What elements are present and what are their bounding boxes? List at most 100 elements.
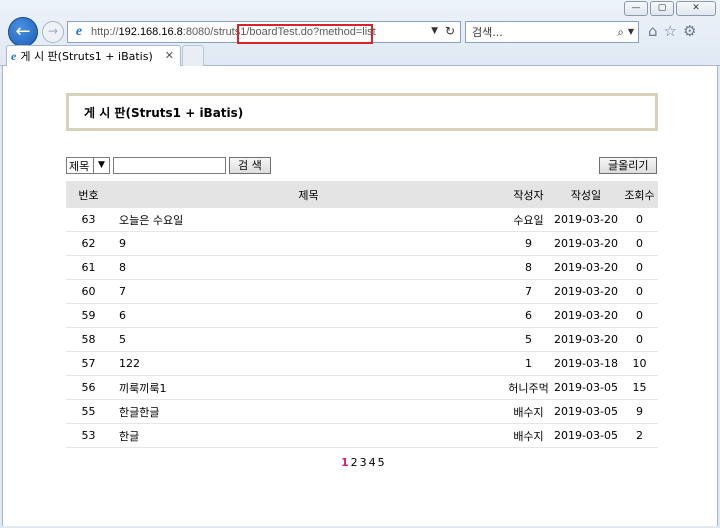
header-title: 제목 xyxy=(298,188,319,202)
header-views: 조회수 xyxy=(624,188,655,202)
header-writer: 작성자 xyxy=(513,188,544,202)
cell-title-link[interactable]: 오늘은 수요일 xyxy=(111,212,506,228)
cell-title-link[interactable]: 122 xyxy=(111,357,506,370)
page-link[interactable]: 4 xyxy=(369,456,376,469)
cell-date: 2019-03-20 xyxy=(554,309,618,322)
window-controls: — ▢ ✕ xyxy=(624,1,716,16)
ie-tab-icon: e xyxy=(11,48,17,63)
cell-date: 2019-03-05 xyxy=(554,381,618,394)
write-post-button[interactable]: 글올리기 xyxy=(599,157,658,174)
chevron-down-icon[interactable]: ▼ xyxy=(93,158,109,173)
cell-no: 56 xyxy=(81,381,96,394)
cell-date: 2019-03-20 xyxy=(554,213,618,226)
cell-title-link[interactable]: 6 xyxy=(111,309,506,322)
page-link[interactable]: 5 xyxy=(378,456,385,469)
search-field-select[interactable]: 제목 ▼ xyxy=(66,157,110,174)
board-table: 번호 제목 작성자 작성일 조회수 63 오늘은 수요일 수요일 2019-03-20… xyxy=(66,181,658,448)
cell-no: 57 xyxy=(81,357,96,370)
cell-writer: 5 xyxy=(525,333,532,346)
cell-no: 61 xyxy=(81,261,96,274)
refresh-icon[interactable]: ↻ xyxy=(445,24,455,38)
new-tab-button[interactable] xyxy=(182,45,204,66)
cell-title-link[interactable]: 끼룩끼룩1 xyxy=(111,380,506,396)
browser-search-box[interactable]: 검색... ⌕ ▼ xyxy=(465,21,639,43)
cell-views: 9 xyxy=(636,405,643,418)
maximize-button[interactable]: ▢ xyxy=(650,1,674,16)
close-window-button[interactable]: ✕ xyxy=(676,1,716,16)
search-dropdown-icon[interactable]: ▼ xyxy=(628,27,634,36)
cell-writer: 허니주먹 xyxy=(508,381,549,395)
page-link[interactable]: 1 xyxy=(341,456,349,469)
cell-writer: 8 xyxy=(525,261,532,274)
cell-views: 10 xyxy=(632,357,647,370)
cell-writer: 수요일 xyxy=(513,213,544,227)
table-row: 53 한글 배수지 2019-03-05 2 xyxy=(66,424,658,448)
cell-views: 0 xyxy=(636,213,643,226)
cell-writer: 9 xyxy=(525,237,532,250)
table-row: 55 한글한글 배수지 2019-03-05 9 xyxy=(66,400,658,424)
browser-toolbar-icons: ⌂ ☆ ⚙ xyxy=(648,22,696,40)
table-row: 59 6 6 2019-03-20 0 xyxy=(66,304,658,328)
cell-date: 2019-03-05 xyxy=(554,405,618,418)
search-input[interactable] xyxy=(113,157,226,174)
cell-no: 59 xyxy=(81,309,96,322)
browser-chrome: — ▢ ✕ ← → e http://192.168.16.8:8080/str… xyxy=(0,0,720,66)
table-row: 61 8 8 2019-03-20 0 xyxy=(66,256,658,280)
page-title: 게 시 판(Struts1 + iBatis) xyxy=(84,105,244,120)
cell-views: 0 xyxy=(636,285,643,298)
cell-writer: 6 xyxy=(525,309,532,322)
address-dropdown-icon[interactable]: ▼ xyxy=(431,26,438,36)
browser-tab-active[interactable]: e 게 시 판(Struts1 + iBatis) ✕ xyxy=(6,45,181,66)
cell-writer: 7 xyxy=(525,285,532,298)
page-link[interactable]: 2 xyxy=(351,456,358,469)
cell-date: 2019-03-05 xyxy=(554,429,618,442)
cell-date: 2019-03-20 xyxy=(554,261,618,274)
table-row: 57 122 1 2019-03-18 10 xyxy=(66,352,658,376)
table-body: 63 오늘은 수요일 수요일 2019-03-20 0 62 9 9 2019-03-20 0 61… xyxy=(66,208,658,448)
home-icon[interactable]: ⌂ xyxy=(648,22,658,40)
cell-title-link[interactable]: 5 xyxy=(111,333,506,346)
table-header: 번호 제목 작성자 작성일 조회수 xyxy=(66,181,658,208)
table-row: 63 오늘은 수요일 수요일 2019-03-20 0 xyxy=(66,208,658,232)
table-row: 60 7 7 2019-03-20 0 xyxy=(66,280,658,304)
search-bar: 제목 ▼ 검 색 xyxy=(66,157,271,174)
ie-logo-icon: e xyxy=(75,24,83,39)
cell-views: 0 xyxy=(636,309,643,322)
select-value: 제목 xyxy=(69,159,90,173)
cell-writer: 배수지 xyxy=(513,405,544,419)
url-host: 192.168.16.8 xyxy=(118,26,183,38)
board-title-box: 게 시 판(Struts1 + iBatis) xyxy=(66,93,658,131)
url-highlight-box xyxy=(237,24,373,44)
cell-no: 63 xyxy=(81,213,96,226)
cell-no: 60 xyxy=(81,285,96,298)
search-placeholder: 검색... xyxy=(472,26,503,39)
search-button[interactable]: 검 색 xyxy=(229,157,271,174)
cell-date: 2019-03-20 xyxy=(554,237,618,250)
tab-close-icon[interactable]: ✕ xyxy=(165,49,174,62)
cell-writer: 1 xyxy=(525,357,532,370)
cell-title-link[interactable]: 9 xyxy=(111,237,506,250)
cell-no: 53 xyxy=(81,429,96,442)
cell-views: 15 xyxy=(632,381,647,394)
header-no: 번호 xyxy=(78,188,99,202)
cell-title-link[interactable]: 7 xyxy=(111,285,506,298)
cell-title-link[interactable]: 한글한글 xyxy=(111,404,506,420)
header-date: 작성일 xyxy=(570,188,602,202)
tab-title: 게 시 판(Struts1 + iBatis) xyxy=(20,50,153,63)
minimize-button[interactable]: — xyxy=(624,1,648,16)
cell-views: 0 xyxy=(636,237,643,250)
search-icon[interactable]: ⌕ xyxy=(617,25,624,40)
cell-date: 2019-03-18 xyxy=(554,357,618,370)
forward-arrow-icon[interactable]: → xyxy=(42,21,64,43)
settings-gear-icon[interactable]: ⚙ xyxy=(683,22,696,40)
favorites-star-icon[interactable]: ☆ xyxy=(664,22,677,40)
cell-writer: 배수지 xyxy=(513,429,544,443)
cell-date: 2019-03-20 xyxy=(554,285,618,298)
back-arrow-icon[interactable]: ← xyxy=(8,17,38,47)
page-link[interactable]: 3 xyxy=(360,456,367,469)
cell-title-link[interactable]: 한글 xyxy=(111,428,506,444)
cell-title-link[interactable]: 8 xyxy=(111,261,506,274)
table-row: 56 끼룩끼룩1 허니주먹 2019-03-05 15 xyxy=(66,376,658,400)
cell-views: 0 xyxy=(636,261,643,274)
cell-views: 0 xyxy=(636,333,643,346)
